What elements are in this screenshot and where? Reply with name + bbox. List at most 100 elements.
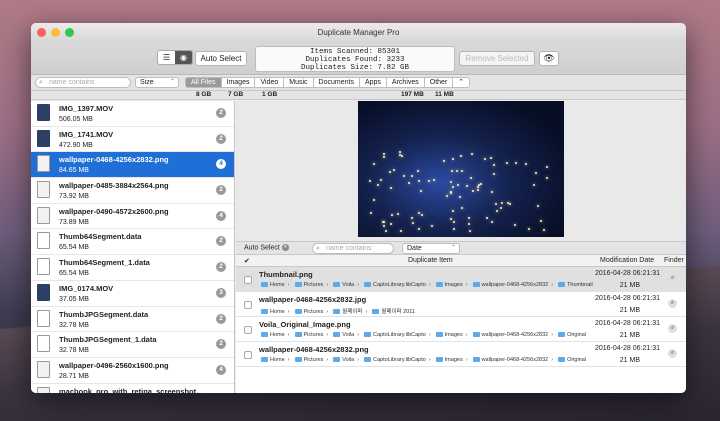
file-size: 32.78 MB	[59, 321, 89, 329]
tab-music[interactable]: Music	[284, 77, 314, 88]
path-segment[interactable]: Images	[445, 357, 463, 363]
scan-view-icon[interactable]: ◉	[175, 51, 192, 64]
city-light	[490, 157, 493, 160]
city-light	[459, 195, 462, 198]
file-name: ThumbJPGSegment_1.data	[59, 335, 157, 345]
duplicate-row[interactable]: Thumbnail.png Home › Pictures › Voila › CaptoLi…	[236, 267, 686, 292]
path-segment[interactable]: CaptoLibrary.libCapto	[373, 282, 426, 288]
duplicate-row[interactable]: Voila_Original_Image.png Home › Pictures › Vo…	[236, 317, 686, 342]
path-segment[interactable]: Pictures	[304, 357, 324, 363]
modification-date: 2016-04-28 06:21:31	[595, 270, 660, 277]
select-all-column[interactable]: ✔	[244, 257, 250, 265]
reveal-in-finder-icon[interactable]: ⌕	[668, 299, 677, 308]
city-light	[501, 202, 504, 205]
list-view-icon[interactable]: ☰	[158, 51, 175, 64]
duplicate-search-input[interactable]: ⌕ name contains	[312, 243, 394, 254]
auto-select-button[interactable]: Auto Select	[195, 51, 247, 66]
city-light	[420, 213, 423, 216]
tab-other[interactable]: Other	[424, 77, 454, 88]
city-light	[372, 163, 375, 166]
tab-apps[interactable]: Apps	[359, 77, 387, 88]
file-group-item[interactable]: IMG_1741.MOV 472.90 MB 2	[31, 127, 234, 153]
file-group-item[interactable]: ThumbJPGSegment_1.data 32.78 MB 2	[31, 332, 234, 358]
path-segment[interactable]: Home	[270, 357, 285, 363]
tab-images[interactable]: Images	[221, 77, 256, 88]
file-group-item[interactable]: IMG_0174.MOV 37.05 MB 3	[31, 281, 234, 307]
path-segment[interactable]: wallpaper-0468-4256x2832	[482, 357, 549, 363]
city-light	[455, 169, 458, 172]
path-segment[interactable]: Voila	[342, 332, 354, 338]
duplicate-sort-select[interactable]: Date ⌃	[402, 243, 460, 254]
path-segment[interactable]: Pictures	[304, 282, 324, 288]
path-separator-icon: ›	[428, 357, 431, 363]
reveal-in-finder-icon[interactable]: ⌕	[668, 274, 677, 283]
file-group-item[interactable]: wallpaper-0485-3884x2564.png 73.92 MB 2	[31, 178, 234, 204]
tab-archives[interactable]: Archives	[386, 77, 425, 88]
path-segment[interactable]: Original	[567, 332, 586, 338]
path-segment[interactable]: Images	[445, 282, 463, 288]
modification-date-column[interactable]: Modification Date	[600, 257, 654, 264]
path-segment[interactable]: 월페이퍼 2011	[381, 309, 415, 315]
file-group-item[interactable]: IMG_1397.MOV 506.05 MB 2	[31, 101, 234, 127]
reveal-in-finder-icon[interactable]: ⌕	[668, 349, 677, 358]
chevron-up-icon[interactable]: ⌃	[453, 77, 471, 88]
reveal-in-finder-icon[interactable]: ⌕	[668, 324, 677, 333]
size-other: 11 MB	[435, 91, 454, 98]
folder-icon	[294, 332, 302, 338]
path-separator-icon: ›	[551, 282, 554, 288]
path-segment[interactable]: CaptoLibrary.libCapto	[373, 332, 426, 338]
duplicate-row[interactable]: wallpaper-0468-4256x2832.png Home › Picture…	[236, 342, 686, 367]
auto-select-toggle[interactable]: Auto Select ✕	[244, 244, 289, 251]
file-group-item[interactable]: wallpaper-0490-4572x2600.png 73.89 MB 4	[31, 204, 234, 230]
city-light	[534, 172, 537, 175]
tab-documents[interactable]: Documents	[313, 77, 360, 88]
file-group-item[interactable]: Thumb64Segment.data 65.54 MB 2	[31, 229, 234, 256]
city-light	[492, 163, 495, 166]
path-segment[interactable]: Home	[270, 282, 285, 288]
path-segment[interactable]: Original	[567, 357, 586, 363]
path-separator-icon: ›	[287, 357, 290, 363]
sort-select[interactable]: Size ⌃	[135, 77, 179, 88]
tab-all-files[interactable]: All Files	[185, 77, 222, 88]
city-light	[480, 183, 483, 186]
city-light	[390, 186, 393, 189]
close-icon[interactable]: ✕	[281, 244, 289, 251]
tab-video[interactable]: Video	[255, 77, 285, 88]
path-segment[interactable]: Images	[445, 332, 463, 338]
file-group-item[interactable]: Thumb64Segment_1.data 65.54 MB 2	[31, 255, 234, 281]
duplicate-item-column[interactable]: Duplicate Item	[408, 257, 453, 264]
path-segment[interactable]: 월페이퍼	[342, 309, 362, 315]
path-segment[interactable]: Voila	[342, 357, 354, 363]
duplicate-checkbox[interactable]	[244, 276, 252, 284]
duplicate-row[interactable]: wallpaper-0468-4256x2832.jpg Home › Picture…	[236, 292, 686, 317]
city-light	[449, 190, 452, 193]
city-light	[494, 202, 497, 205]
file-group-item[interactable]: wallpaper-0468-4256x2832.png 84.65 MB 4	[31, 152, 234, 179]
path-segment[interactable]: Voila	[342, 282, 354, 288]
path-segment[interactable]: wallpaper-0468-4256x2832	[482, 282, 549, 288]
path-segment[interactable]: Home	[270, 309, 285, 315]
city-light	[540, 219, 543, 222]
folder-icon	[472, 332, 480, 338]
duplicate-checkbox[interactable]	[244, 326, 252, 334]
eye-icon[interactable]: 👁	[539, 51, 559, 66]
path-segment[interactable]: wallpaper-0468-4256x2832	[482, 332, 549, 338]
home-icon	[261, 357, 268, 363]
duplicate-checkbox[interactable]	[244, 301, 252, 309]
path-segment[interactable]: Thumbnail	[567, 282, 593, 288]
path-segment[interactable]: Pictures	[304, 332, 324, 338]
file-group-item[interactable]: macbook_pro_with_retina_screenshot...	[31, 384, 234, 393]
file-group-item[interactable]: wallpaper-0496-2560x1600.png 28.71 MB 4	[31, 358, 234, 384]
file-size: 73.89 MB	[59, 218, 89, 226]
name-search-input[interactable]: ⌕ name contains	[35, 77, 131, 88]
path-segment[interactable]: CaptoLibrary.libCapto	[373, 357, 426, 363]
duplicate-checkbox[interactable]	[244, 351, 252, 359]
city-light	[486, 217, 489, 220]
folder-icon	[294, 357, 302, 363]
folder-icon	[364, 282, 372, 288]
path-segment[interactable]: Pictures	[304, 309, 324, 315]
path-segment[interactable]: Home	[270, 332, 285, 338]
city-light	[373, 199, 376, 202]
remove-selected-button[interactable]: Remove Selected	[459, 51, 535, 66]
file-group-item[interactable]: ThumbJPGSegment.data 32.78 MB 2	[31, 307, 234, 333]
